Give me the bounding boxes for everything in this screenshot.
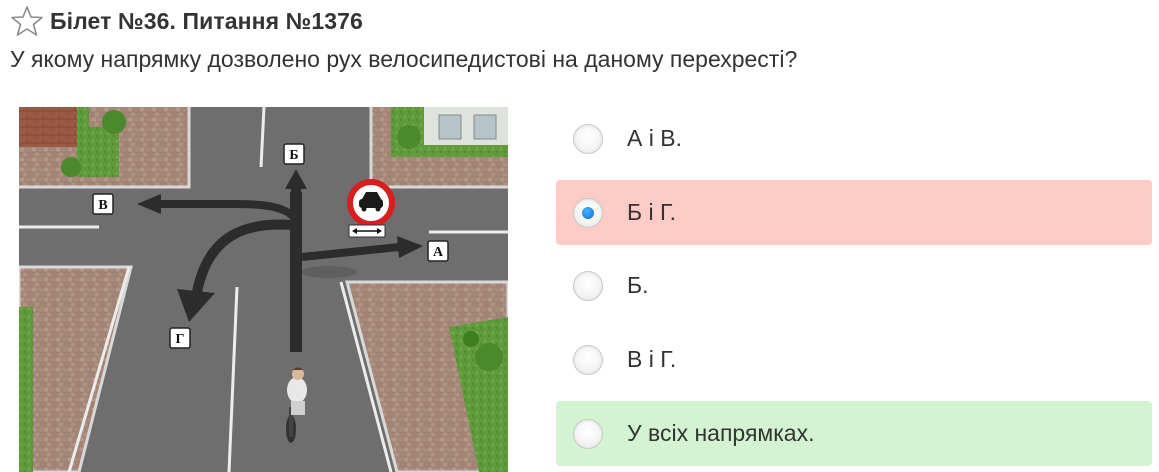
label-b: Б (283, 143, 305, 165)
intersection-illustration: Б В А Г (19, 107, 508, 472)
answer-label-3: Б. (627, 272, 649, 298)
answer-label-5: У всіх напрямках. (627, 420, 815, 446)
svg-text:Б: Б (289, 148, 298, 163)
answer-radio-5[interactable] (573, 418, 603, 449)
answer-radio-4[interactable] (573, 344, 603, 375)
answer-label-1: А і В. (627, 125, 682, 151)
star-icon[interactable] (10, 4, 44, 38)
double-arrow-icon (348, 224, 386, 238)
question-header: Білет №36. Питання №1376 (10, 3, 363, 39)
answer-option-5[interactable]: У всіх напрямках. (556, 401, 1152, 466)
label-g: Г (169, 327, 191, 349)
svg-text:В: В (98, 198, 107, 213)
svg-text:Г: Г (176, 332, 185, 347)
block-top-left (19, 107, 191, 189)
answer-option-2[interactable]: Б і Г. (556, 180, 1152, 245)
intersection-scene: Б В А Г (19, 107, 508, 472)
answer-radio-3[interactable] (573, 270, 603, 301)
block-top-right (369, 107, 508, 189)
answer-option-1[interactable]: А і В. (556, 106, 1152, 171)
label-a: А (427, 240, 449, 262)
answer-option-3[interactable]: Б. (556, 253, 1152, 318)
answer-radio-2[interactable] (573, 197, 603, 228)
no-motor-vehicles-sign (347, 179, 395, 227)
answer-option-4[interactable]: В і Г. (556, 327, 1152, 392)
ticket-title: Білет №36. Питання №1376 (50, 7, 363, 34)
svg-text:А: А (433, 245, 444, 260)
answer-label-2: Б і Г. (627, 199, 677, 225)
label-v: В (92, 193, 114, 215)
question-text: У якому напрямку дозволено рух велосипед… (10, 46, 798, 72)
answer-radio-1[interactable] (573, 123, 603, 154)
answer-label-4: В і Г. (627, 346, 677, 372)
